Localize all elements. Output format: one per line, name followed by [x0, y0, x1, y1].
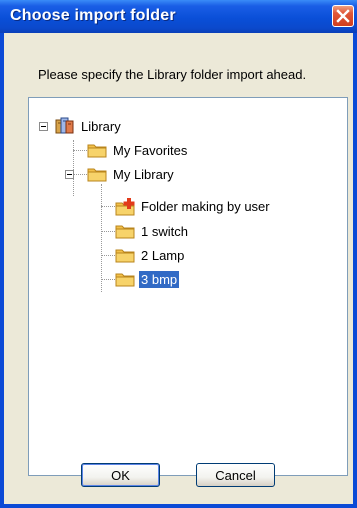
library-icon: [55, 117, 74, 134]
collapse-toggle-icon[interactable]: [39, 122, 48, 131]
folder-tree[interactable]: Library My Favorites My Library Folder m…: [28, 97, 348, 476]
tree-connector: [101, 255, 115, 256]
tree-node-2-lamp[interactable]: 2 Lamp: [115, 247, 235, 265]
tree-connector: [73, 150, 87, 151]
tree-node-label-selected: 3 bmp: [139, 271, 180, 288]
close-icon: [336, 9, 350, 23]
tree-connector: [101, 231, 115, 232]
tree-node-label: My Favorites: [113, 143, 188, 158]
tree-node-label: 1 switch: [141, 224, 188, 239]
tree-node-folder-making-by-user[interactable]: Folder making by user: [115, 198, 335, 216]
dialog-window: Choose import folder Please specify the …: [0, 0, 357, 508]
tree-connector: [101, 279, 115, 280]
folder-icon: [115, 225, 135, 239]
dialog-body: Please specify the Library folder import…: [4, 33, 353, 504]
cancel-button[interactable]: Cancel: [196, 463, 275, 487]
title-bar[interactable]: Choose import folder: [0, 0, 357, 33]
tree-node-label: My Library: [113, 167, 174, 182]
folder-icon: [87, 144, 107, 158]
folder-icon: [87, 168, 107, 182]
tree-node-my-library[interactable]: My Library: [65, 166, 205, 184]
tree-node-label: Folder making by user: [141, 199, 270, 214]
collapse-toggle-icon[interactable]: [65, 170, 74, 179]
ok-button[interactable]: OK: [81, 463, 160, 487]
folder-icon: [115, 273, 135, 287]
folder-icon: [115, 249, 135, 263]
new-folder-icon: [115, 198, 135, 216]
instruction-text: Please specify the Library folder import…: [38, 67, 307, 82]
tree-connector: [101, 206, 115, 207]
window-title: Choose import folder: [10, 7, 176, 24]
tree-node-1-switch[interactable]: 1 switch: [115, 223, 235, 241]
tree-node-library[interactable]: Library: [37, 117, 157, 136]
tree-node-label: 2 Lamp: [141, 248, 185, 263]
close-button[interactable]: [332, 5, 354, 27]
tree-connector: [101, 184, 102, 292]
tree-node-3-bmp[interactable]: 3 bmp: [115, 271, 235, 289]
tree-node-my-favorites[interactable]: My Favorites: [87, 142, 227, 160]
tree-node-label: Library: [81, 119, 121, 134]
